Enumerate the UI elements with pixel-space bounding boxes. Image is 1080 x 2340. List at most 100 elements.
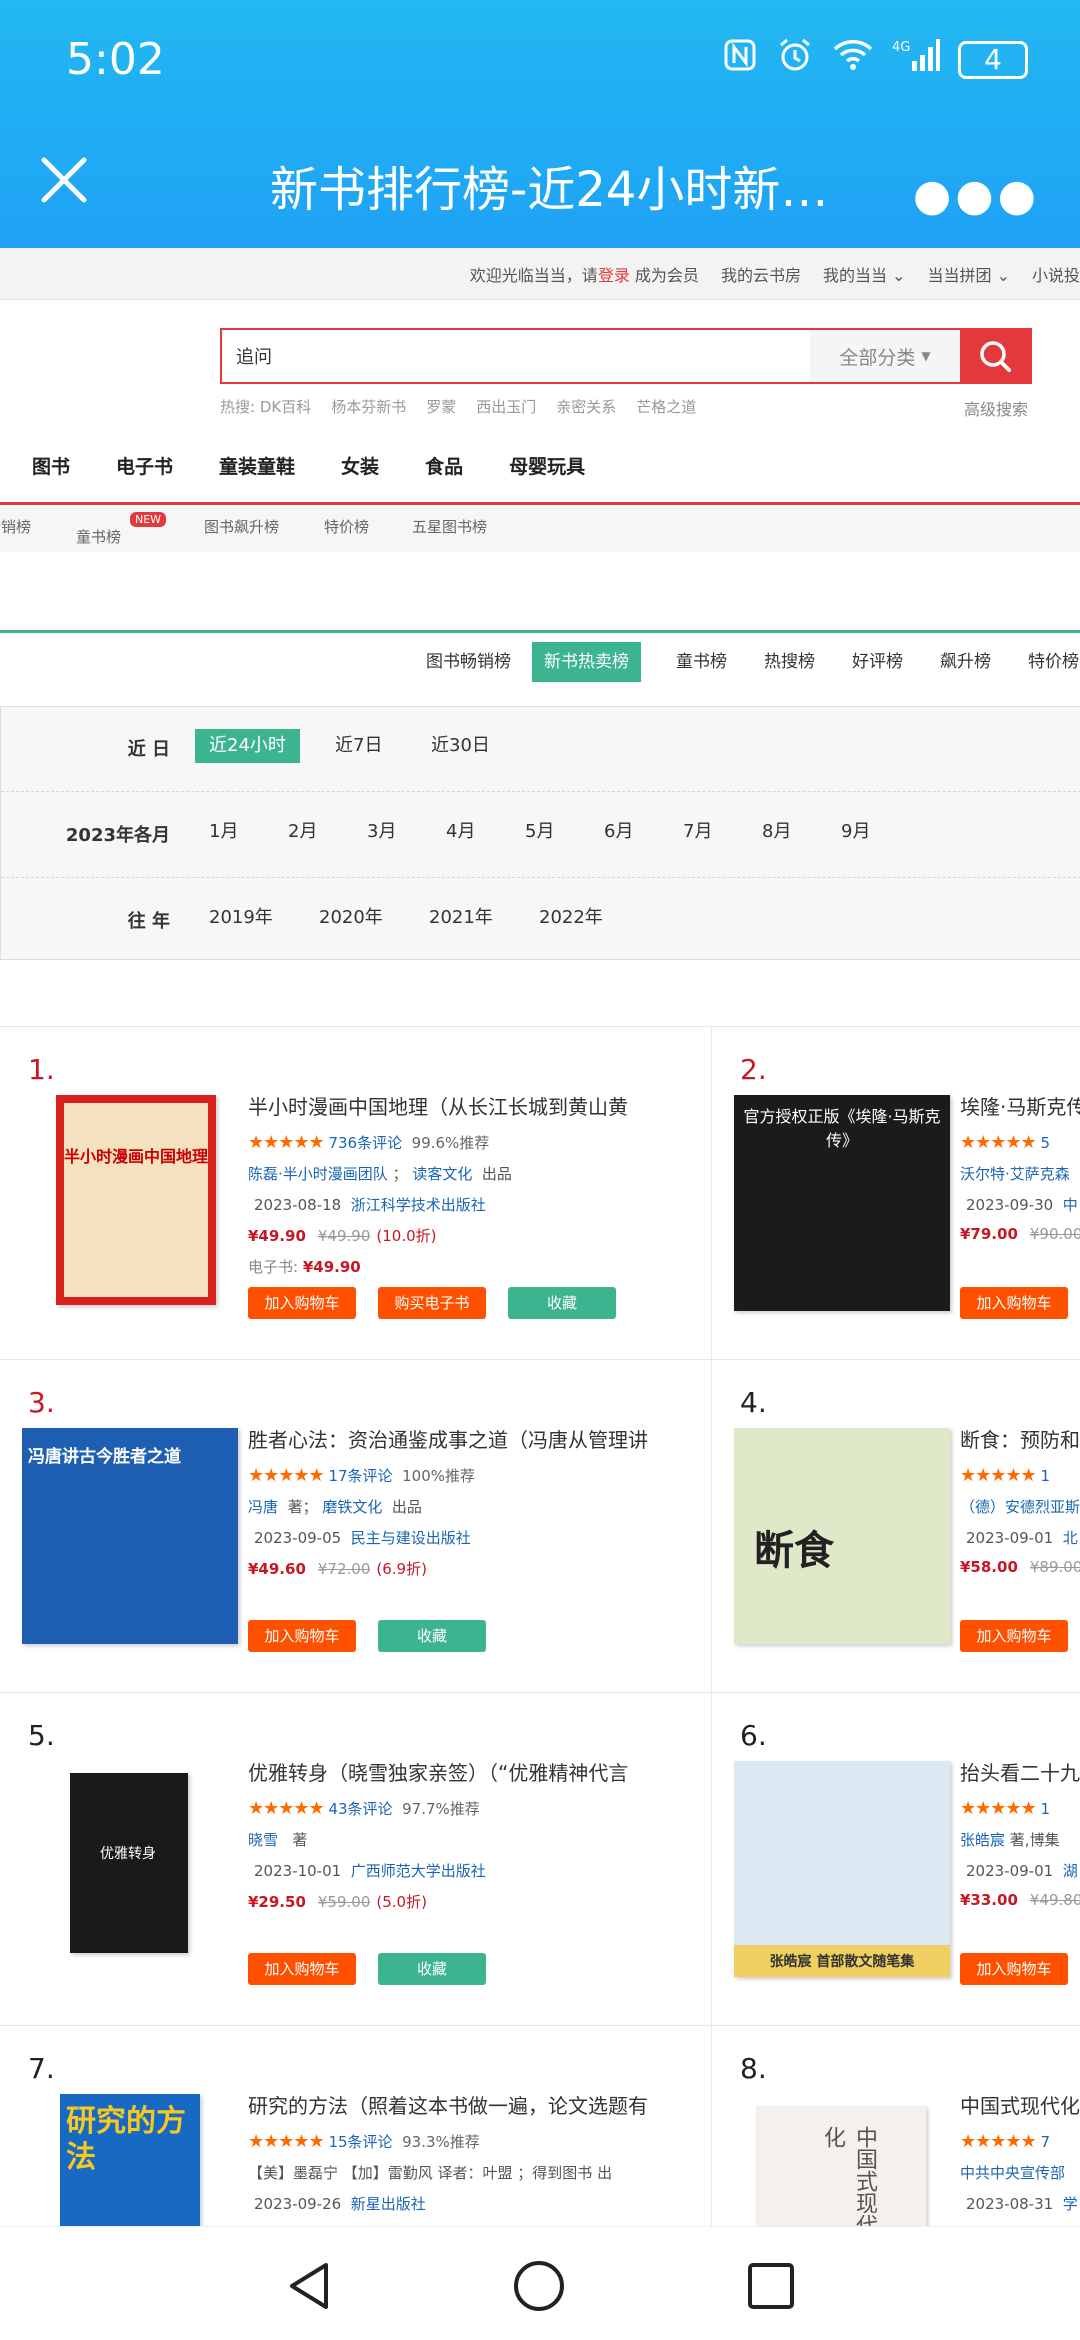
member-link[interactable]: 成为会员 — [635, 266, 699, 285]
hot-search-item[interactable]: 亲密关系 — [556, 396, 616, 417]
nav-kids-clothing[interactable]: 童装童鞋 — [219, 452, 295, 479]
author-link[interactable]: 冯唐 — [248, 1498, 278, 1516]
filter-option[interactable]: 5月 — [511, 815, 568, 849]
book-title[interactable]: 埃隆·马斯克传 — [960, 1091, 1080, 1120]
favorite-button[interactable]: 收藏 — [378, 1620, 486, 1652]
filter-option[interactable]: 2020年 — [305, 901, 397, 935]
filter-option[interactable]: 6月 — [590, 815, 647, 849]
book-title[interactable]: 胜者心法：资治通鉴成事之道（冯唐从管理讲 — [248, 1424, 668, 1453]
book-title[interactable]: 优雅转身（晓雪独家亲签）（“优雅精神代言 — [248, 1757, 668, 1786]
hot-search-item[interactable]: 热搜: DK百科 — [220, 396, 311, 417]
filter-option[interactable]: 2022年 — [525, 901, 617, 935]
review-count[interactable]: 1 — [1040, 1467, 1050, 1485]
author-link[interactable]: 张皓宸 — [960, 1831, 1005, 1849]
subnav-bestseller[interactable]: 畅销榜 — [0, 516, 31, 537]
press-link[interactable]: 湖 — [1063, 1862, 1078, 1880]
add-to-cart-button[interactable]: 加入购物车 — [960, 1953, 1068, 1985]
review-count[interactable]: 5 — [1040, 1134, 1050, 1152]
filter-option[interactable]: 2月 — [274, 815, 331, 849]
buy-ebook-button[interactable]: 购买电子书 — [378, 1287, 486, 1319]
add-to-cart-button[interactable]: 加入购物车 — [960, 1620, 1068, 1652]
filter-option[interactable]: 1月 — [195, 815, 252, 849]
hot-search-item[interactable]: 西出玉门 — [476, 396, 536, 417]
login-link[interactable]: 登录 — [598, 266, 630, 285]
add-to-cart-button[interactable]: 加入购物车 — [248, 1953, 356, 1985]
nav-books[interactable]: 图书 — [32, 452, 70, 479]
novel-link[interactable]: 小说投 — [1032, 262, 1080, 286]
group-buy-link[interactable]: 当当拼团 ⌄ — [927, 262, 1010, 286]
book-item[interactable]: 5. 优雅转身 优雅转身（晓雪独家亲签）（“优雅精神代言 ★★★★★ 43条评论… — [0, 1693, 712, 2026]
subnav-bargain[interactable]: 特价榜 — [324, 516, 369, 537]
filter-option[interactable]: 4月 — [432, 815, 489, 849]
my-dangdang-link[interactable]: 我的当当 ⌄ — [823, 262, 906, 286]
book-cover[interactable]: 半小时漫画中国地理 — [56, 1095, 216, 1305]
advanced-search-link[interactable]: 高级搜索 — [964, 396, 1028, 420]
publisher-link[interactable]: 磨铁文化 — [322, 1498, 382, 1516]
press-link[interactable]: 北 — [1063, 1529, 1078, 1547]
filter-option[interactable]: 9月 — [827, 815, 884, 849]
review-count[interactable]: 1 — [1040, 1800, 1050, 1818]
book-cover[interactable]: 官方授权正版《埃隆·马斯克传》 — [734, 1095, 950, 1311]
book-cover[interactable]: 优雅转身 — [70, 1773, 188, 1953]
nav-women[interactable]: 女装 — [341, 452, 379, 479]
review-count[interactable]: 43条评论 — [328, 1800, 392, 1818]
subnav-rising[interactable]: 图书飙升榜 — [204, 516, 279, 537]
hot-search-item[interactable]: 杨本芬新书 — [331, 396, 406, 417]
filter-option[interactable]: 近7日 — [321, 729, 396, 763]
book-item[interactable]: 8. 中国式现代化 中国式现代化 ★★★★★ 7 中共中央宣传部 2023-08… — [712, 2026, 1080, 2227]
nav-ebooks[interactable]: 电子书 — [116, 452, 173, 479]
tab-kids[interactable]: 童书榜 — [664, 642, 739, 682]
filter-option[interactable]: 8月 — [748, 815, 805, 849]
book-item[interactable]: 1. 半小时漫画中国地理 半小时漫画中国地理（从长江长城到黄山黄 ★★★★★ 7… — [0, 1027, 712, 1360]
book-cover[interactable]: 断食 — [734, 1428, 950, 1644]
cloud-shelf-link[interactable]: 我的云书房 — [721, 262, 801, 286]
book-title[interactable]: 抬头看二十九 — [960, 1757, 1080, 1786]
add-to-cart-button[interactable]: 加入购物车 — [248, 1620, 356, 1652]
home-icon[interactable] — [512, 2259, 566, 2313]
press-link[interactable]: 学 — [1063, 2195, 1078, 2213]
recents-icon[interactable] — [746, 2261, 796, 2311]
press-link[interactable]: 广西师范大学出版社 — [351, 1862, 486, 1880]
filter-option[interactable]: 2021年 — [415, 901, 507, 935]
review-count[interactable]: 736条评论 — [328, 1134, 402, 1152]
press-link[interactable]: 民主与建设出版社 — [351, 1529, 471, 1547]
book-cover[interactable]: 中国式现代化 — [756, 2106, 926, 2227]
book-title[interactable]: 研究的方法（照着这本书做一遍，论文选题有 — [248, 2090, 668, 2119]
filter-option[interactable]: 7月 — [669, 815, 726, 849]
favorite-button[interactable]: 收藏 — [378, 1953, 486, 1985]
search-input[interactable] — [222, 330, 810, 382]
author-link[interactable]: 【美】墨磊宁 【加】雷勤风 译者：叶盟 ；得到图书 出 — [248, 2164, 612, 2182]
book-cover[interactable]: 冯唐讲古今胜者之道 — [22, 1428, 238, 1644]
tab-hot-search[interactable]: 热搜榜 — [752, 642, 827, 682]
filter-option[interactable]: 2019年 — [195, 901, 287, 935]
add-to-cart-button[interactable]: 加入购物车 — [960, 1287, 1068, 1319]
category-select[interactable]: 全部分类 ▼ — [810, 330, 960, 382]
author-link[interactable]: 晓雪 — [248, 1831, 278, 1849]
publisher-link[interactable]: 读客文化 — [412, 1165, 472, 1183]
book-title[interactable]: 断食：预防和 — [960, 1424, 1080, 1453]
press-link[interactable]: 中 — [1063, 1196, 1078, 1214]
press-link[interactable]: 新星出版社 — [351, 2195, 426, 2213]
author-link[interactable]: 沃尔特·艾萨克森 — [960, 1165, 1070, 1183]
book-item[interactable]: 4. 断食 断食：预防和 ★★★★★ 1 （德）安德烈亚斯 2023-09-01… — [712, 1360, 1080, 1693]
book-title[interactable]: 半小时漫画中国地理（从长江长城到黄山黄 — [248, 1091, 668, 1120]
tab-bargain[interactable]: 特价榜 — [1016, 642, 1080, 682]
book-item[interactable]: 6. 张皓宸 首部散文随笔集 抬头看二十九 ★★★★★ 1 张皓宸 著,博集 2… — [712, 1693, 1080, 2026]
author-link[interactable]: （德）安德烈亚斯 — [960, 1498, 1080, 1516]
nav-baby-toys[interactable]: 母婴玩具 — [509, 452, 585, 479]
tab-good-review[interactable]: 好评榜 — [840, 642, 915, 682]
tab-new-hot[interactable]: 新书热卖榜 — [532, 642, 641, 682]
tab-rising[interactable]: 飙升榜 — [928, 642, 1003, 682]
book-item[interactable]: 2. 官方授权正版《埃隆·马斯克传》 埃隆·马斯克传 ★★★★★ 5 沃尔特·艾… — [712, 1027, 1080, 1360]
book-cover[interactable]: 张皓宸 首部散文随笔集 — [734, 1761, 950, 1977]
filter-option[interactable]: 3月 — [353, 815, 410, 849]
filter-option[interactable]: 近24小时 — [195, 729, 300, 763]
filter-option[interactable]: 近30日 — [417, 729, 504, 763]
book-item[interactable]: 3. 冯唐讲古今胜者之道 胜者心法：资治通鉴成事之道（冯唐从管理讲 ★★★★★ … — [0, 1360, 712, 1693]
author-link[interactable]: 陈磊·半小时漫画团队 — [248, 1165, 388, 1183]
press-link[interactable]: 浙江科学技术出版社 — [351, 1196, 486, 1214]
add-to-cart-button[interactable]: 加入购物车 — [248, 1287, 356, 1319]
hot-search-item[interactable]: 芒格之道 — [636, 396, 696, 417]
book-title[interactable]: 中国式现代化 — [960, 2090, 1080, 2119]
hot-search-item[interactable]: 罗蒙 — [426, 396, 456, 417]
